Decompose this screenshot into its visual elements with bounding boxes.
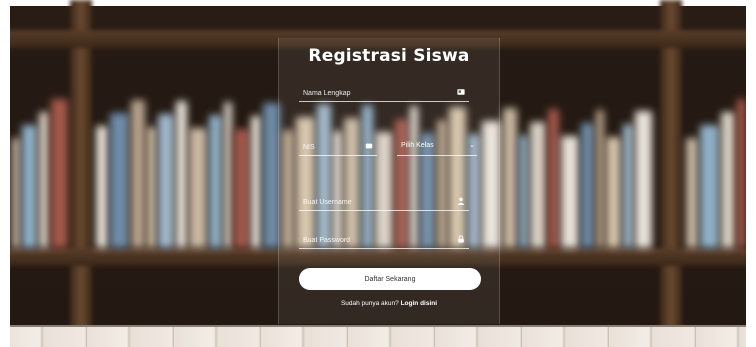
book: [686, 138, 698, 248]
badge-icon: [365, 143, 373, 149]
user-icon: [457, 197, 465, 205]
book: [51, 99, 68, 248]
book: [176, 101, 187, 248]
book: [606, 137, 621, 248]
right-border: [746, 0, 756, 347]
wooden-table: [0, 325, 756, 347]
login-prompt: Sudah punya akun? Login disini: [279, 300, 499, 307]
page-title: Registrasi Siswa: [308, 46, 470, 66]
book: [596, 110, 604, 248]
book: [110, 113, 129, 248]
lock-icon: [458, 235, 464, 243]
book: [147, 127, 156, 248]
book: [548, 109, 559, 248]
book: [581, 123, 594, 248]
username-input[interactable]: [299, 193, 469, 212]
full-name-input[interactable]: [299, 84, 469, 103]
book: [700, 125, 719, 248]
id-card-icon: [457, 89, 465, 95]
book: [519, 135, 528, 248]
book: [721, 112, 735, 248]
book: [158, 114, 174, 248]
book: [635, 111, 652, 248]
book: [530, 122, 546, 248]
class-select-value: Pilih Kelas: [401, 142, 434, 149]
login-link[interactable]: Login disini: [401, 300, 437, 307]
book: [251, 116, 261, 248]
book: [96, 126, 108, 248]
nis-field[interactable]: [299, 136, 377, 157]
book: [224, 102, 232, 248]
book: [737, 99, 746, 248]
book: [209, 115, 222, 248]
book: [189, 128, 207, 248]
shelf-upright: [70, 0, 92, 347]
register-button[interactable]: Daftar Sekarang: [299, 268, 481, 290]
book: [131, 100, 145, 248]
registration-card: Registrasi Siswa Pilih Kelas ⌄ Daftar Se…: [278, 38, 500, 324]
book: [22, 125, 37, 248]
password-field[interactable]: [299, 229, 469, 250]
book: [234, 129, 249, 248]
book: [39, 112, 49, 248]
login-prompt-text: Sudah punya akun?: [340, 300, 399, 307]
shelf-upright: [660, 0, 682, 347]
full-name-field[interactable]: [299, 82, 469, 103]
left-border: [0, 0, 10, 347]
password-input[interactable]: [299, 231, 469, 250]
book: [561, 136, 579, 248]
top-border: [0, 0, 756, 6]
chevron-down-icon: ⌄: [469, 142, 475, 149]
username-field[interactable]: [299, 191, 469, 212]
class-select[interactable]: Pilih Kelas ⌄: [397, 136, 477, 156]
book: [623, 124, 633, 248]
book: [503, 108, 517, 248]
book: [12, 138, 20, 248]
